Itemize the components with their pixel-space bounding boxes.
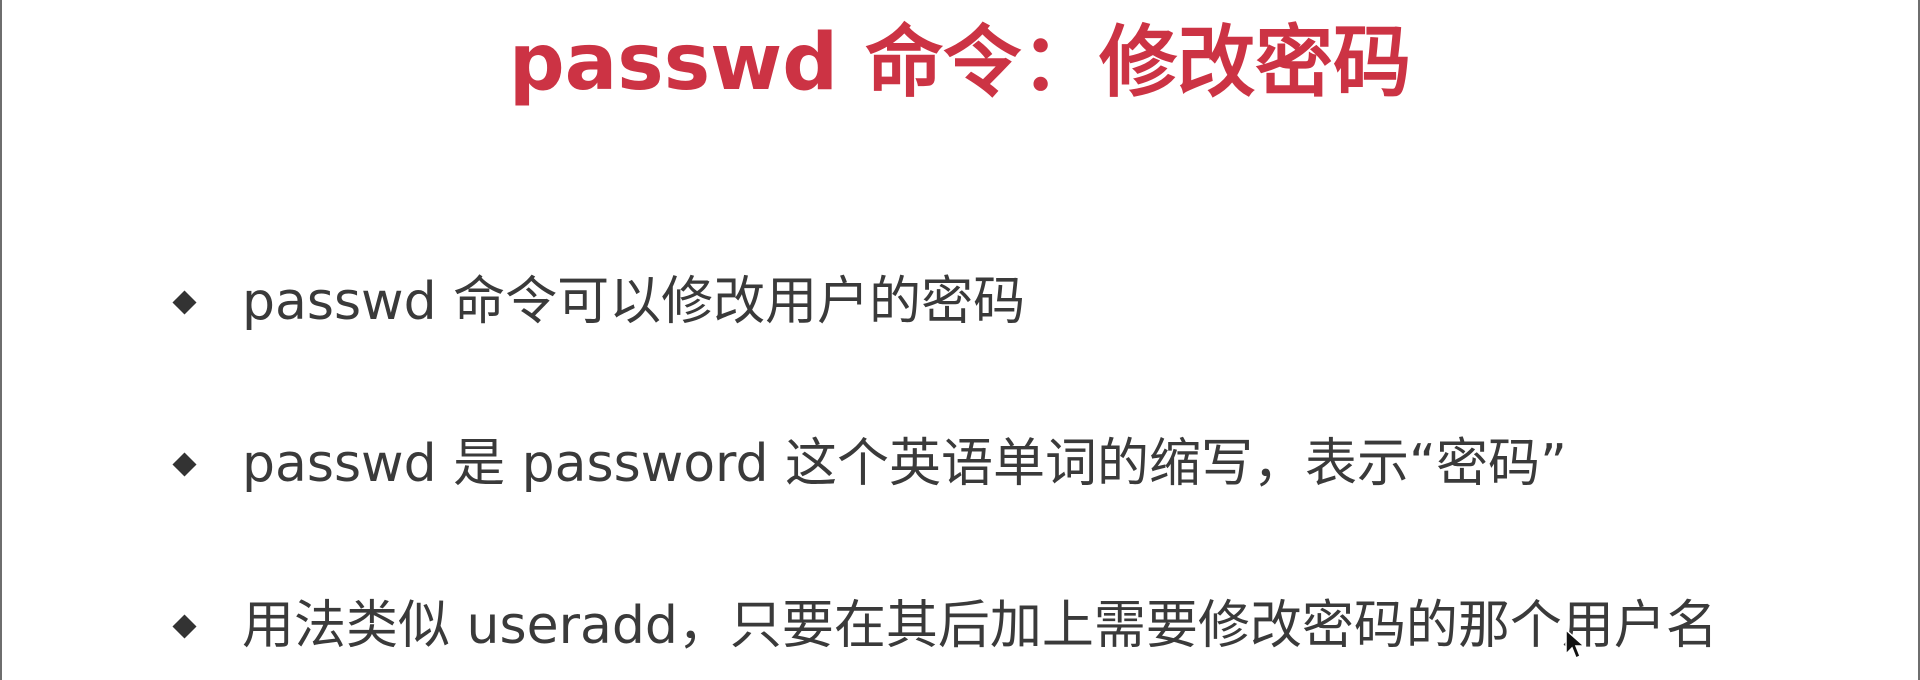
bullet-text: passwd 是 password 这个英语单词的缩写，表示“密码” <box>242 434 1567 494</box>
bullet-text: 用法类似 useradd，只要在其后加上需要修改密码的那个用户名 <box>242 596 1718 656</box>
diamond-bullet-icon <box>172 614 197 639</box>
slide-title: passwd 命令：修改密码 <box>508 18 1412 108</box>
diamond-bullet-icon <box>172 290 197 315</box>
diamond-bullet-icon <box>172 452 197 477</box>
bullet-text: passwd 命令可以修改用户的密码 <box>242 272 1026 332</box>
slide: passwd 命令：修改密码 passwd 命令可以修改用户的密码 passwd… <box>0 0 1920 680</box>
mouse-pointer-icon <box>1565 628 1586 660</box>
